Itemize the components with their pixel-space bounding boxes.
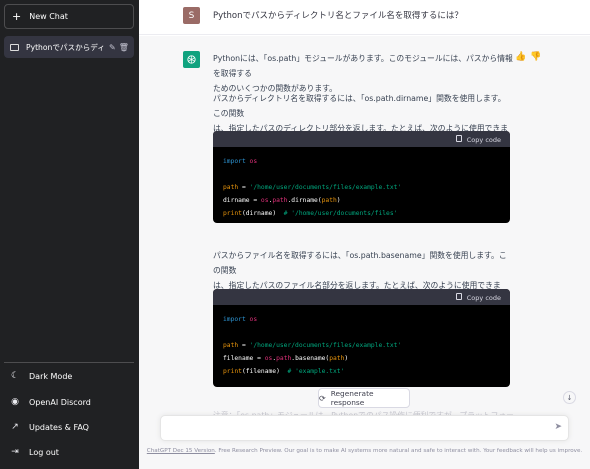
code-token: '/home/user/documents/files/example.txt': [249, 342, 402, 349]
logout-label: Log out: [29, 447, 59, 457]
code-token: import: [223, 158, 246, 165]
code-token: import: [223, 316, 246, 323]
code-token: # 'example.txt': [287, 368, 345, 375]
text-line: パスからディレクトリ名を取得するには、「os.path.dirname」関数を使…: [213, 94, 506, 118]
code-token: dirname: [223, 197, 250, 204]
code-token: path: [321, 197, 337, 204]
user-message: Pythonでパスからディレクトリ名とファイル名を取得するには？: [213, 11, 463, 21]
code-token: filename: [245, 368, 277, 375]
code-content: import os path = '/home/user/documents/f…: [223, 158, 402, 217]
new-chat-button[interactable]: + New Chat: [4, 4, 134, 29]
moon-icon: ☾: [10, 371, 20, 381]
thumbs-down-icon[interactable]: 👎: [530, 52, 541, 62]
code-token: path: [272, 197, 288, 204]
code-header: Copy code: [213, 131, 510, 147]
chat-title: Pythonでパスからディレクト: [26, 42, 106, 52]
openai-logo-icon: [183, 51, 200, 68]
edit-icon[interactable]: ✎: [109, 43, 116, 52]
plus-icon: +: [12, 10, 22, 23]
footer-text: . Free Research Preview. Our goal is to …: [214, 448, 583, 454]
code-block-2: Copy code import os path = '/home/user/d…: [213, 289, 510, 387]
answer-paragraph-1: Pythonには、「os.path」モジュールがあります。このモジュールには、パ…: [213, 51, 513, 96]
external-link-icon: ↗: [11, 422, 19, 432]
code-token: os: [264, 355, 273, 362]
clipboard-icon: [455, 292, 462, 300]
updates-faq-link[interactable]: ↗ Updates & FAQ: [4, 416, 134, 438]
assistant-message-row: 👍 👎 Pythonには、「os.path」モジュールがあります。このモジュール…: [139, 36, 590, 469]
code-token: '/home/user/documents/files/example.txt': [249, 184, 402, 191]
copy-code-label: Copy code: [466, 135, 501, 144]
dark-mode-label: Dark Mode: [29, 371, 73, 381]
dark-mode-button[interactable]: ☾ Dark Mode: [4, 365, 134, 387]
code-token: os: [260, 197, 269, 204]
code-content: import os path = '/home/user/documents/f…: [223, 316, 402, 375]
copy-code-button[interactable]: Copy code: [455, 292, 501, 302]
version-link[interactable]: ChatGPT Dec 15 Version: [147, 448, 215, 454]
code-token: dirname: [245, 210, 273, 217]
code-token: print: [223, 210, 242, 217]
sidebar-divider: [4, 362, 134, 363]
prompt-input[interactable]: ➤: [160, 415, 569, 441]
discord-label: OpenAI Discord: [29, 397, 91, 407]
code-token: dirname: [291, 197, 318, 204]
copy-code-button[interactable]: Copy code: [455, 134, 501, 144]
clipboard-icon: [455, 134, 462, 142]
code-token: # '/home/user/documents/files': [283, 210, 398, 217]
main-chat: S Pythonでパスからディレクトリ名とファイル名を取得するには？ 👍 👎 P…: [139, 0, 590, 469]
text-line: Pythonには、「os.path」モジュールがあります。このモジュールには、パ…: [213, 54, 513, 78]
text-line: パスからファイル名を取得するには、「os.path.basename」関数を使用…: [213, 251, 507, 275]
code-token: os: [249, 316, 258, 323]
footer: ChatGPT Dec 15 Version. Free Research Pr…: [139, 448, 590, 454]
send-icon[interactable]: ➤: [554, 422, 562, 432]
code-token: path: [223, 342, 239, 349]
code-token: path: [223, 184, 239, 191]
code-token: basename: [295, 355, 326, 362]
code-token: print: [223, 368, 242, 375]
sidebar-chat-item[interactable]: Pythonでパスからディレクト ✎ 🗑: [4, 36, 134, 58]
updates-faq-label: Updates & FAQ: [29, 422, 89, 432]
logout-icon: ⇥: [11, 447, 19, 457]
scroll-down-button[interactable]: ↓: [563, 391, 576, 404]
user-avatar: S: [183, 7, 200, 24]
code-block-1: Copy code import os path = '/home/user/d…: [213, 131, 510, 223]
discord-link[interactable]: ◉ OpenAI Discord: [4, 391, 134, 413]
copy-code-label: Copy code: [466, 293, 501, 302]
sidebar: + New Chat Pythonでパスからディレクト ✎ 🗑 ☾ Dark M…: [0, 0, 139, 469]
code-token: path: [276, 355, 292, 362]
refresh-icon: ⟳: [319, 393, 326, 403]
message-icon: [10, 43, 19, 51]
logout-button[interactable]: ⇥ Log out: [4, 441, 134, 463]
thumbs-up-icon[interactable]: 👍: [515, 52, 526, 62]
trash-icon[interactable]: 🗑: [119, 43, 129, 52]
code-token: os: [249, 158, 258, 165]
code-header: Copy code: [213, 289, 510, 305]
code-token: path: [329, 355, 345, 362]
regenerate-label: Regenerate response: [330, 389, 374, 407]
user-message-row: S Pythonでパスからディレクトリ名とファイル名を取得するには？: [139, 0, 590, 35]
code-token: filename: [223, 355, 254, 362]
regenerate-button[interactable]: ⟳ Regenerate response: [318, 388, 410, 408]
discord-icon: ◉: [11, 397, 19, 407]
new-chat-label: New Chat: [29, 12, 68, 21]
